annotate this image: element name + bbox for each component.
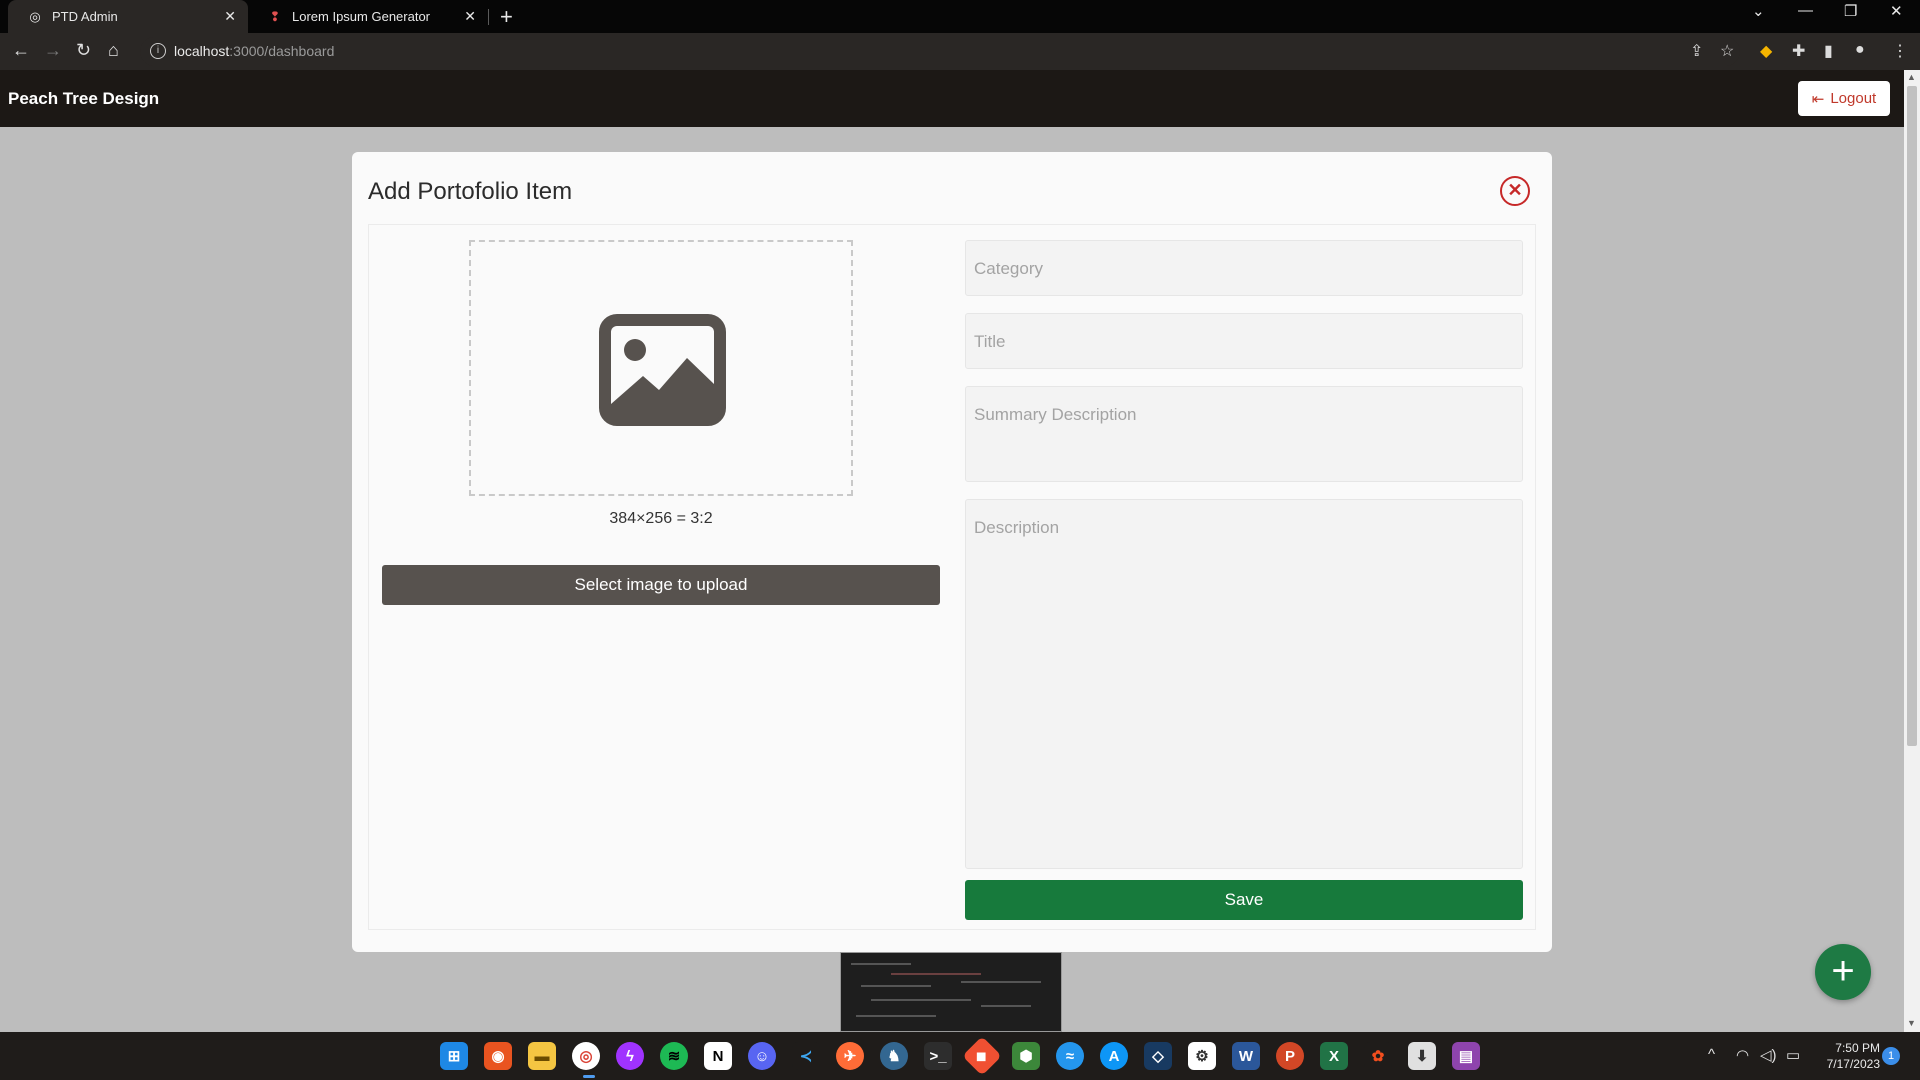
notion-icon[interactable]: N [704, 1042, 732, 1070]
clock-date: 7/17/2023 [1826, 1057, 1880, 1071]
tab-divider [488, 9, 489, 25]
title-input[interactable]: Title [965, 313, 1523, 369]
postman-icon[interactable]: ✈ [836, 1042, 864, 1070]
image-placeholder-icon [599, 314, 726, 426]
spotify-icon[interactable]: ≋ [660, 1042, 688, 1070]
title-placeholder: Title [974, 332, 1006, 351]
forward-icon[interactable]: → [44, 40, 62, 61]
side-panel-icon[interactable]: ▮ [1824, 41, 1833, 61]
image-ratio-hint: 384×256 = 3:2 [609, 510, 713, 527]
page-scrollbar[interactable]: ▲ ▼ [1904, 70, 1920, 1032]
file-explorer-icon[interactable]: ▬ [528, 1042, 556, 1070]
back-icon[interactable]: ← [12, 40, 30, 61]
save-button[interactable]: Save [965, 880, 1523, 920]
logout-icon: ⇤ [1811, 90, 1825, 108]
notification-badge[interactable]: 1 [1882, 1047, 1900, 1065]
git-icon[interactable]: ◆ [962, 1036, 1002, 1076]
system-clock[interactable]: 7:50 PM 7/17/2023 [1810, 1040, 1880, 1072]
chrome-icon[interactable]: ◎ [572, 1042, 600, 1070]
app-store-icon[interactable]: A [1100, 1042, 1128, 1070]
bookmark-star-icon[interactable]: ☆ [1720, 41, 1734, 61]
ubuntu-icon[interactable]: ◉ [484, 1042, 512, 1070]
close-icon[interactable]: ✕ [464, 8, 476, 25]
installer-icon[interactable]: ⬇ [1408, 1042, 1436, 1070]
figma-icon[interactable]: ✿ [1364, 1042, 1392, 1070]
os-taskbar: ⊞ ◉ ▬ ◎ ϟ ≋ N ☺ ≺ ✈ ♞ >_ ◆ ⬢ ≈ A ◇ ⚙ W P… [0, 1032, 1920, 1080]
volume-icon[interactable]: ◁) [1760, 1046, 1777, 1064]
logout-button[interactable]: ⇤ Logout [1798, 81, 1890, 116]
info-icon[interactable]: i [150, 43, 166, 59]
windows-start-icon[interactable]: ⊞ [440, 1042, 468, 1070]
messenger-icon[interactable]: ϟ [616, 1042, 644, 1070]
node-icon[interactable]: ⬢ [1012, 1042, 1040, 1070]
url-text: localhost:3000/dashboard [174, 43, 335, 59]
restore-icon[interactable]: ❐ [1844, 2, 1857, 20]
description-placeholder: Description [974, 518, 1060, 537]
share-icon[interactable]: ⇪ [1690, 41, 1703, 61]
globe-icon: ◎ [29, 8, 41, 24]
modal-title: Add Portofolio Item [368, 178, 573, 205]
ribbon-icon: ❢ [269, 8, 281, 24]
category-input[interactable]: Category [965, 240, 1523, 296]
close-icon[interactable]: ✕ [224, 8, 236, 25]
summary-description-textarea[interactable]: Summary Description [965, 386, 1523, 482]
scroll-up-icon[interactable]: ▲ [1907, 72, 1916, 82]
profile-avatar-icon[interactable]: ● [1855, 41, 1865, 59]
battery-icon[interactable]: ▭ [1786, 1046, 1800, 1064]
portfolio-thumbnail[interactable] [840, 952, 1062, 1032]
vscode-icon[interactable]: ≺ [792, 1042, 820, 1070]
wifi-icon[interactable]: ◠ [1736, 1046, 1749, 1064]
minimize-icon[interactable]: — [1798, 2, 1813, 19]
category-placeholder: Category [974, 259, 1043, 278]
postgres-icon[interactable]: ♞ [880, 1042, 908, 1070]
excel-icon[interactable]: X [1320, 1042, 1348, 1070]
clapper-icon[interactable]: ▤ [1452, 1042, 1480, 1070]
discord-icon[interactable]: ☺ [748, 1042, 776, 1070]
new-tab-button[interactable]: + [500, 4, 513, 30]
clock-time: 7:50 PM [1835, 1041, 1880, 1055]
extension-diamond-icon[interactable]: ◆ [1760, 41, 1772, 61]
menu-kebab-icon[interactable]: ⋮ [1892, 41, 1908, 61]
summary-placeholder: Summary Description [974, 405, 1137, 424]
browser-toolbar: ← → ↻ ⌂ i localhost:3000/dashboard ⇪ ☆ ◆… [0, 33, 1920, 70]
tray-overflow-icon[interactable]: ^ [1708, 1046, 1715, 1063]
window-close-icon[interactable]: ✕ [1890, 2, 1903, 20]
home-icon[interactable]: ⌂ [108, 40, 119, 61]
app-header: Peach Tree Design ⇤ Logout [0, 70, 1904, 127]
scroll-thumb[interactable] [1907, 86, 1917, 746]
tab-title: PTD Admin [52, 9, 118, 24]
tab-ptd-admin[interactable]: ◎ PTD Admin ✕ [8, 0, 248, 33]
reload-icon[interactable]: ↻ [76, 40, 91, 61]
tab-search-icon[interactable]: ⌄ [1752, 2, 1765, 20]
brand-name: Peach Tree Design [8, 89, 160, 108]
image-dropzone[interactable] [469, 240, 853, 496]
close-modal-icon[interactable]: ✕ [1500, 176, 1530, 206]
add-item-fab[interactable]: + [1815, 944, 1871, 1000]
scroll-down-icon[interactable]: ▼ [1907, 1018, 1916, 1028]
select-image-button[interactable]: Select image to upload [382, 565, 940, 605]
settings-gear-icon[interactable]: ⚙ [1188, 1042, 1216, 1070]
virtualbox-icon[interactable]: ◇ [1144, 1042, 1172, 1070]
tab-title: Lorem Ipsum Generator [292, 9, 431, 24]
address-bar[interactable]: i localhost:3000/dashboard [140, 37, 1740, 66]
modal-body: 384×256 = 3:2 Select image to upload Cat… [368, 224, 1536, 930]
docker-icon[interactable]: ≈ [1056, 1042, 1084, 1070]
description-textarea[interactable]: Description [965, 499, 1523, 869]
terminal-icon[interactable]: >_ [924, 1042, 952, 1070]
logout-label: Logout [1830, 90, 1877, 107]
powerpoint-icon[interactable]: P [1276, 1042, 1304, 1070]
add-portfolio-modal: Add Portofolio Item ✕ 384×256 = 3:2 Sele… [352, 152, 1552, 952]
tab-lorem-ipsum[interactable]: ❢ Lorem Ipsum Generator ✕ [248, 0, 488, 33]
word-icon[interactable]: W [1232, 1042, 1260, 1070]
browser-tab-strip: ◎ PTD Admin ✕ ❢ Lorem Ipsum Generator ✕ … [0, 0, 1920, 33]
extensions-puzzle-icon[interactable]: ✚ [1792, 41, 1805, 61]
